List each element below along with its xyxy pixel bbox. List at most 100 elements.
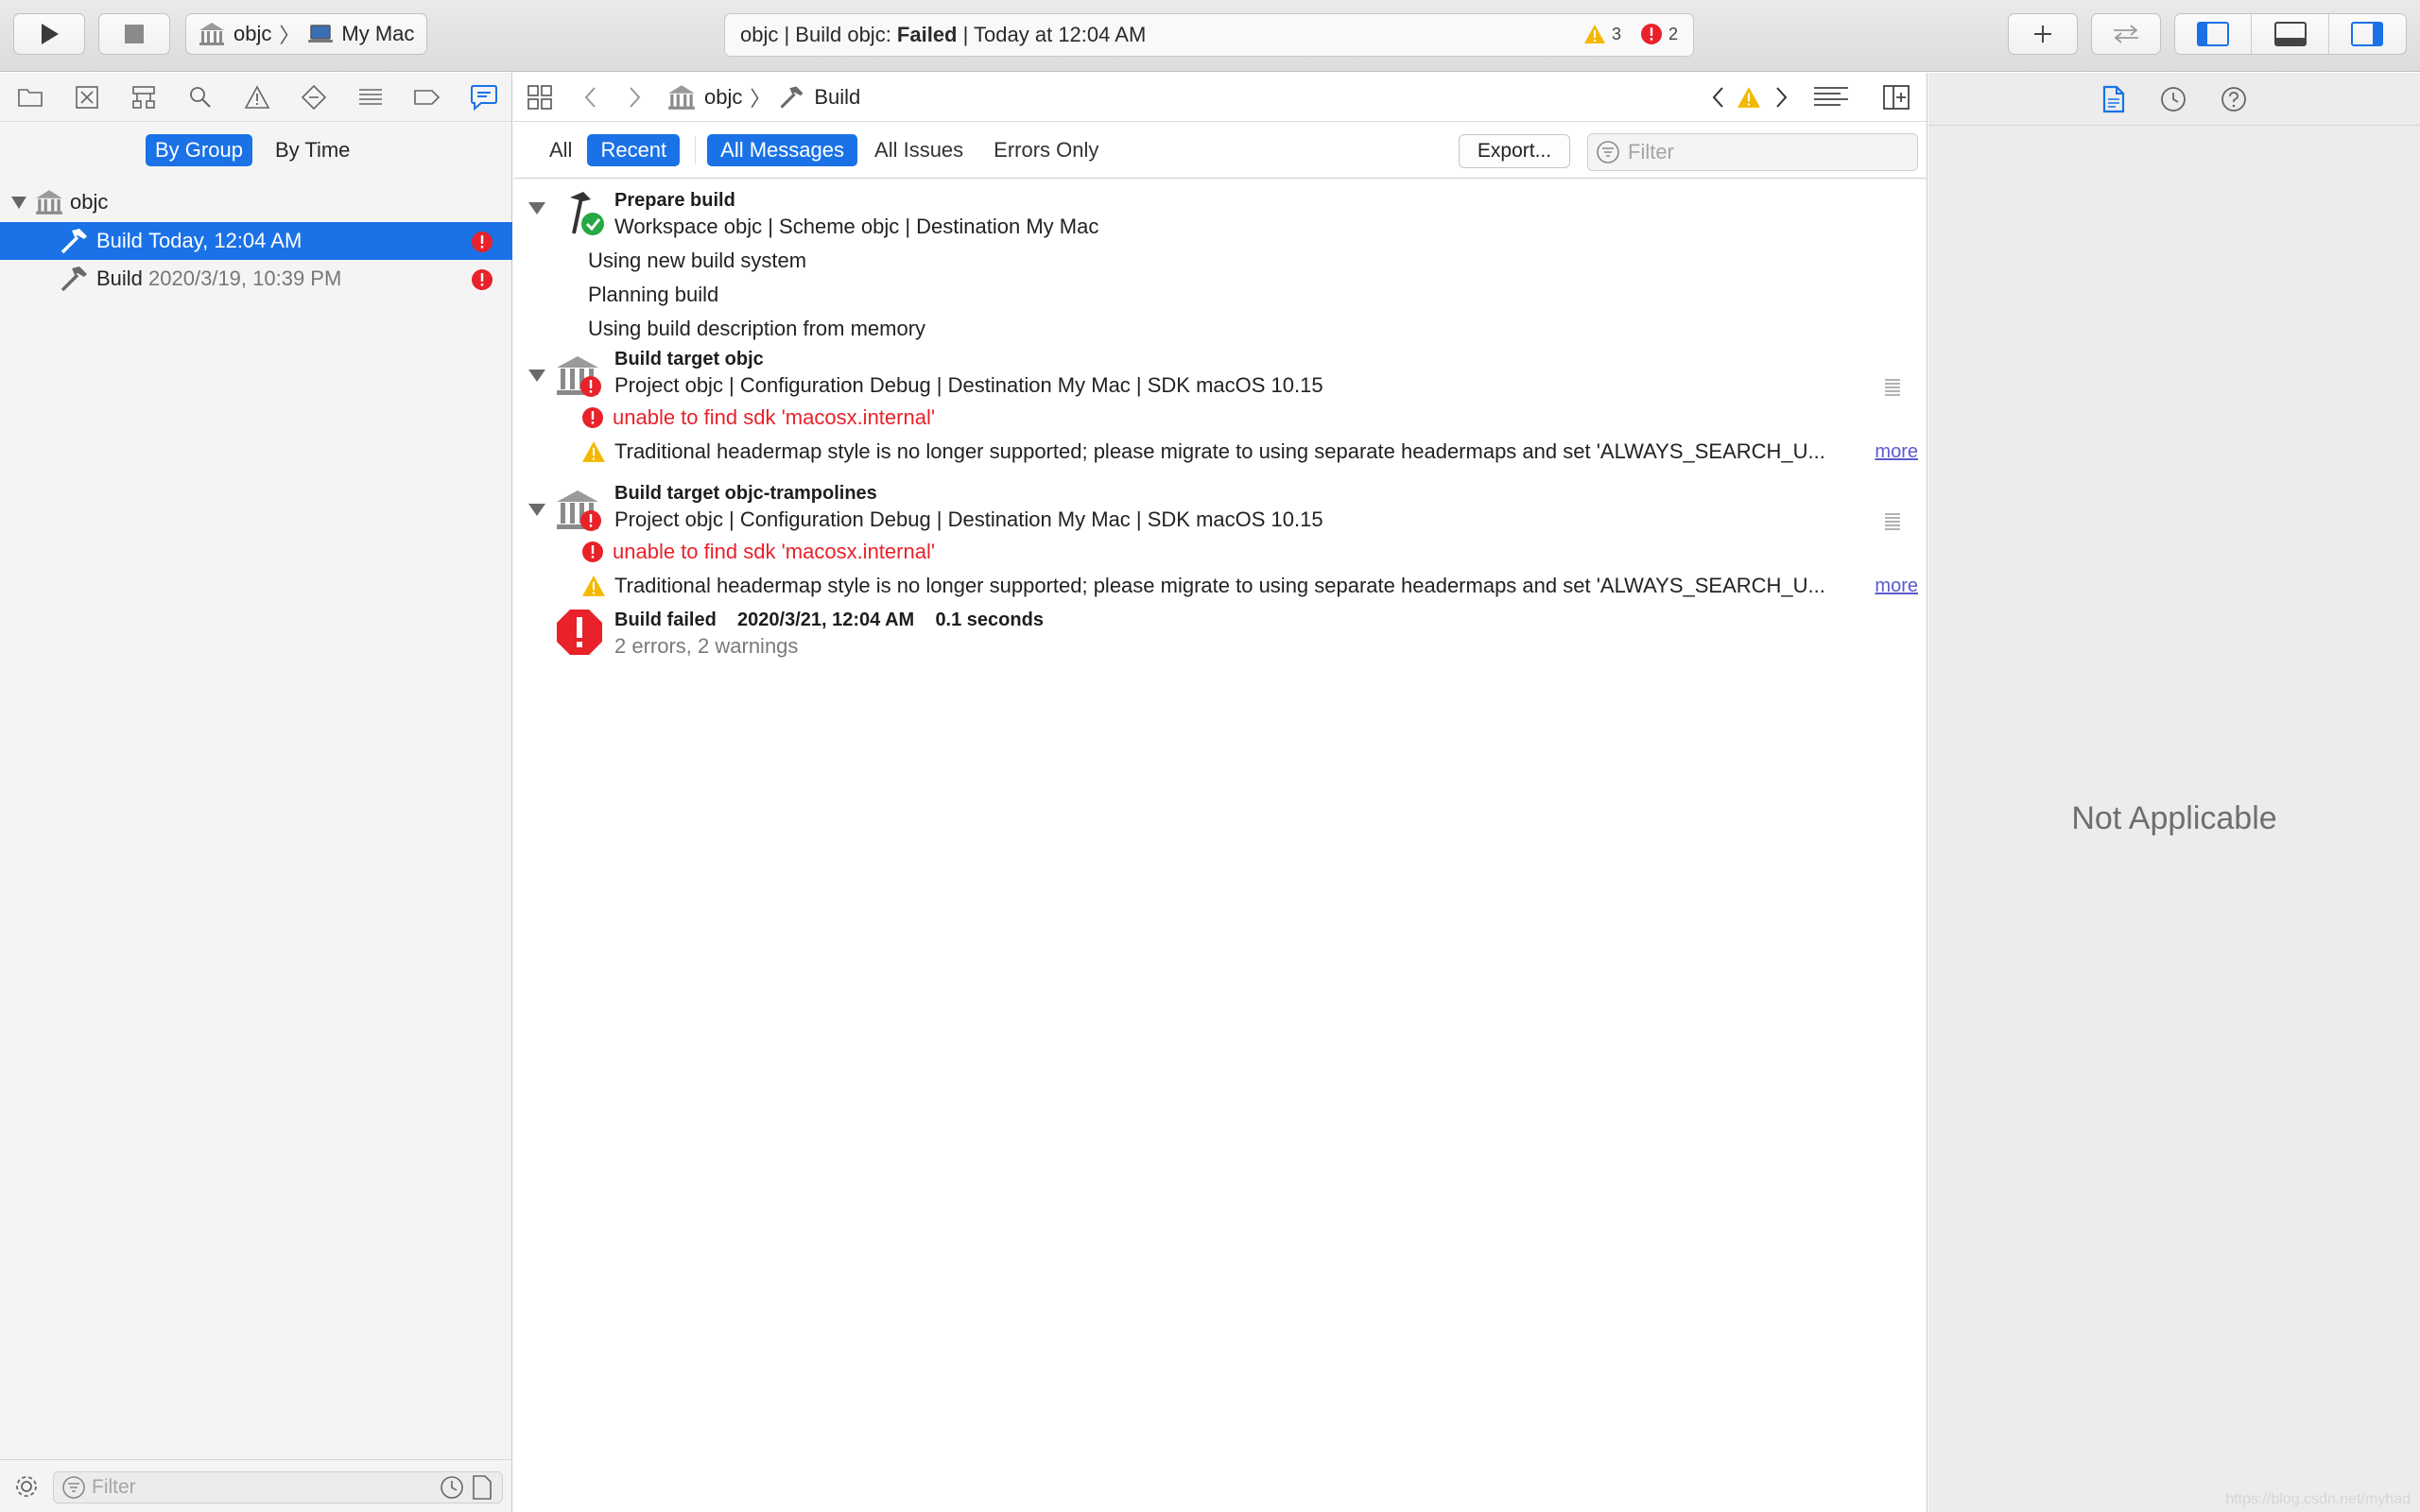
- debug-navigator-tab[interactable]: [354, 80, 388, 114]
- warning-message-row[interactable]: Traditional headermap style is no longer…: [581, 439, 1825, 464]
- jump-bar: objc 〉 Build: [513, 73, 1927, 122]
- filter-icon: [62, 1476, 85, 1499]
- help-question-icon[interactable]: [2221, 86, 2247, 112]
- activity-prefix: objc | Build objc:: [740, 23, 897, 46]
- log-filter-placeholder: Filter: [1628, 140, 1674, 163]
- activity-view[interactable]: objc | Build objc: Failed | Today at 12:…: [724, 13, 1694, 57]
- library-button[interactable]: [2008, 13, 2078, 55]
- tree-root-label: objc: [70, 190, 109, 214]
- all-issues-tab[interactable]: All Issues: [861, 134, 977, 166]
- add-editor-icon[interactable]: [1882, 84, 1910, 111]
- disclosure-triangle-icon[interactable]: [528, 202, 545, 215]
- disclosure-triangle-icon[interactable]: [528, 504, 545, 516]
- forward-chevron-icon[interactable]: [625, 84, 644, 111]
- project-icon: [668, 84, 695, 110]
- filter-icon: [1597, 141, 1619, 163]
- toggle-debug-area-button[interactable]: [2252, 14, 2329, 54]
- grid-icon[interactable]: [527, 84, 553, 111]
- error-icon: [582, 541, 603, 562]
- folder-icon: [18, 88, 43, 107]
- report-tree: objc Build Today, 12:04 AM Build 2020/3/…: [0, 182, 512, 298]
- log-filter-field[interactable]: Filter: [1587, 133, 1918, 171]
- gear-icon[interactable]: [13, 1473, 40, 1500]
- document-icon[interactable]: [472, 1475, 493, 1500]
- project-navigator-tab[interactable]: [13, 80, 47, 114]
- build-report-row[interactable]: Build 2020/3/19, 10:39 PM: [0, 260, 512, 298]
- report-navigator-tab[interactable]: [467, 80, 501, 114]
- log-section-subtitle: Workspace objc | Scheme objc | Destinati…: [614, 215, 1099, 238]
- breadcrumb-item[interactable]: Build: [814, 85, 860, 110]
- symbol-navigator-tab[interactable]: [127, 80, 161, 114]
- find-navigator-tab[interactable]: [183, 80, 217, 114]
- log-line: Using new build system: [588, 249, 807, 272]
- run-button[interactable]: [13, 13, 85, 55]
- by-time-tab[interactable]: By Time: [266, 134, 359, 166]
- warning-icon: [1583, 25, 1605, 43]
- build-report-row[interactable]: Build Today, 12:04 AM: [0, 222, 512, 260]
- expand-transcript-icon[interactable]: [1884, 377, 1901, 396]
- stop-icon: [125, 25, 144, 43]
- log-line: Planning build: [588, 283, 719, 306]
- bottom-panel-icon: [2273, 22, 2307, 46]
- toggle-inspector-button[interactable]: [2329, 14, 2406, 54]
- log-section-title: Build target objc-trampolines: [614, 483, 877, 504]
- all-messages-tab[interactable]: All Messages: [707, 133, 858, 166]
- inspector-panel: Not Applicable https://blog.csdn.net/myh…: [1928, 73, 2420, 1512]
- plus-icon: [2034, 26, 2051, 43]
- chevron-right-icon: 〉: [279, 24, 301, 47]
- previous-issue-icon[interactable]: [1709, 84, 1728, 111]
- issue-counts[interactable]: 3 2: [1583, 23, 1678, 45]
- warning-message-row[interactable]: Traditional headermap style is no longer…: [581, 574, 1825, 598]
- stop-sign-error-icon: [557, 610, 602, 655]
- build-report-name: Build: [96, 266, 143, 290]
- test-navigator-tab[interactable]: [297, 80, 331, 114]
- code-review-button[interactable]: [2091, 13, 2161, 55]
- issue-navigator-tab[interactable]: [240, 80, 274, 114]
- layout-toggle-group: [2174, 13, 2407, 55]
- export-button[interactable]: Export...: [1459, 134, 1570, 168]
- scheme-destination[interactable]: My Mac: [307, 22, 414, 46]
- build-log: Prepare build Workspace objc | Scheme ob…: [513, 180, 1927, 683]
- tree-root-row[interactable]: objc: [0, 182, 512, 222]
- scheme-project-label: objc: [233, 22, 272, 45]
- next-issue-icon[interactable]: [1772, 84, 1790, 111]
- scheme-selector[interactable]: objc 〉 My Mac: [185, 13, 427, 55]
- project-icon: [36, 190, 62, 215]
- disclosure-triangle-icon[interactable]: [528, 369, 545, 382]
- back-chevron-icon[interactable]: [581, 84, 600, 111]
- editor-area: objc 〉 Build All Recent All Messages All…: [513, 73, 1927, 1512]
- breadcrumb-project[interactable]: objc: [704, 85, 742, 110]
- by-group-tab[interactable]: By Group: [146, 134, 252, 166]
- build-report-name: Build: [96, 229, 143, 252]
- build-report-time: 2020/3/19, 10:39 PM: [148, 266, 342, 290]
- history-clock-icon[interactable]: [2160, 86, 2187, 112]
- target-error-icon: [557, 356, 601, 397]
- error-message-row[interactable]: unable to find sdk 'macosx.internal': [581, 540, 935, 564]
- file-inspector-icon[interactable]: [2101, 85, 2126, 113]
- scope-recent-tab[interactable]: Recent: [587, 133, 681, 166]
- toggle-navigator-button[interactable]: [2175, 14, 2253, 54]
- navigator-filter-field[interactable]: Filter: [53, 1471, 503, 1503]
- build-result-date: 2020/3/21, 12:04 AM: [737, 610, 915, 630]
- hammer-check-icon: [570, 192, 604, 235]
- stop-button[interactable]: [98, 13, 170, 55]
- scope-all-tab[interactable]: All: [540, 134, 581, 166]
- source-control-navigator-tab[interactable]: [70, 80, 104, 114]
- log-line: Using build description from memory: [588, 317, 926, 340]
- errors-only-tab[interactable]: Errors Only: [980, 134, 1112, 166]
- more-link[interactable]: more: [1875, 576, 1918, 597]
- error-count: 2: [1668, 24, 1678, 43]
- warning-icon[interactable]: [1737, 86, 1761, 109]
- error-message-row[interactable]: unable to find sdk 'macosx.internal': [581, 405, 935, 430]
- lines-icon[interactable]: [1812, 85, 1850, 110]
- warning-outline-icon: [244, 84, 270, 109]
- more-link[interactable]: more: [1875, 441, 1918, 463]
- expand-transcript-icon[interactable]: [1884, 511, 1901, 530]
- disclosure-triangle-icon[interactable]: [11, 196, 26, 209]
- error-icon: [472, 232, 493, 252]
- warning-message: Traditional headermap style is no longer…: [614, 574, 1825, 597]
- clock-icon[interactable]: [440, 1475, 464, 1500]
- scheme-project[interactable]: objc: [198, 21, 271, 47]
- log-section-target: Build target objc-trampolines Project ob…: [513, 483, 1927, 608]
- breakpoint-navigator-tab[interactable]: [410, 80, 444, 114]
